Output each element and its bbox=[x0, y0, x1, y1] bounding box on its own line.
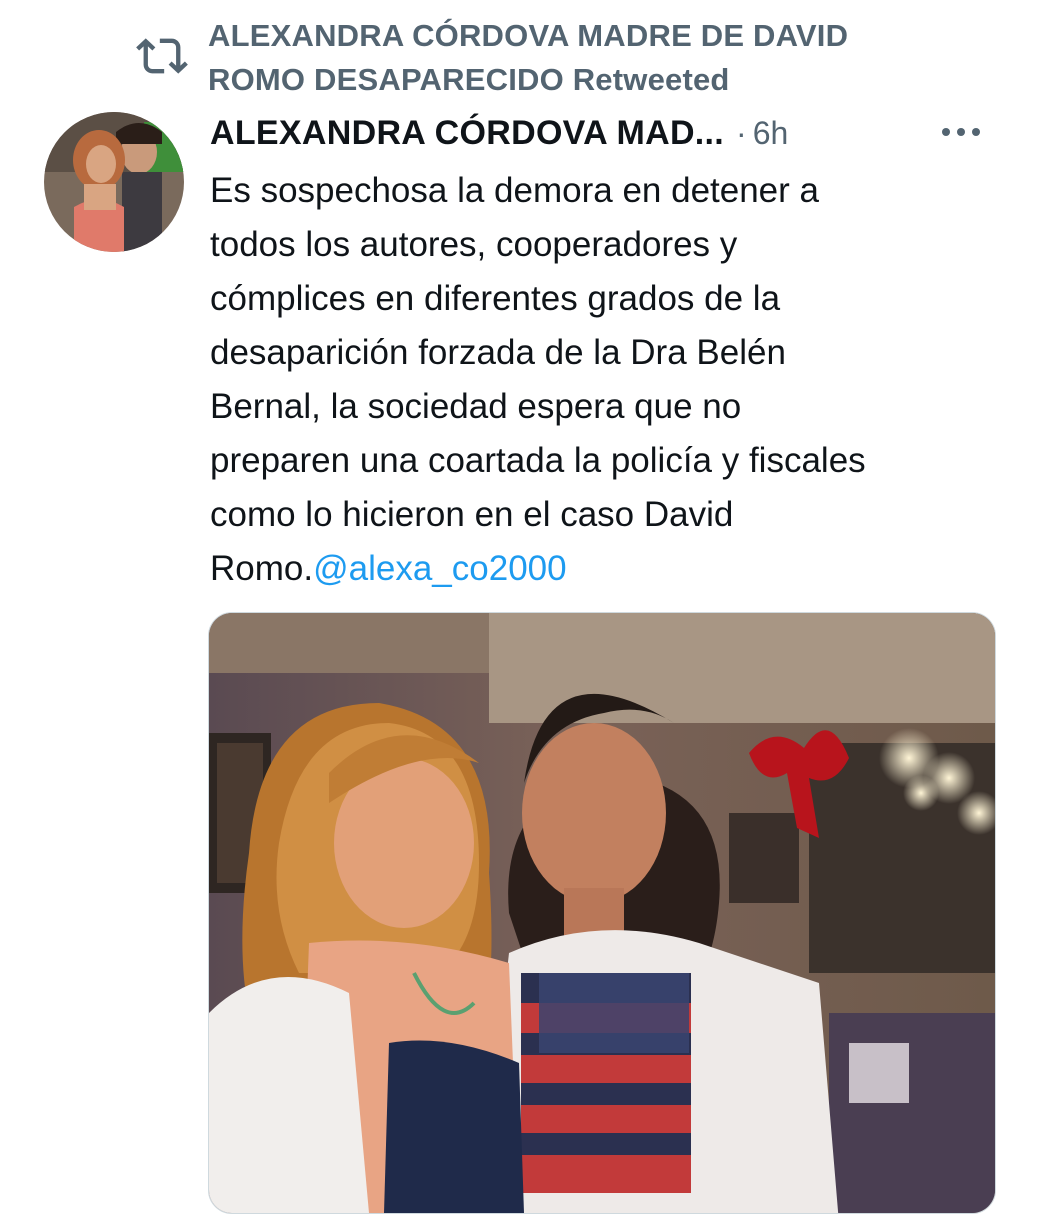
tweet-timestamp[interactable]: 6h bbox=[753, 115, 789, 152]
tweet-text-line: todos los autores, cooperadores y bbox=[210, 225, 738, 264]
tweet-text-line: como lo hicieron en el caso David bbox=[210, 495, 734, 534]
tweet-header: ALEXANDRA CÓRDOVA MAD... · 6h bbox=[210, 108, 1010, 158]
retweet-label-line-2: ROMO DESAPARECIDO Retweeted bbox=[208, 62, 730, 97]
header-separator: · bbox=[736, 114, 747, 151]
retweet-label: ALEXANDRA CÓRDOVA MADRE DE DAVID ROMO DE… bbox=[208, 14, 848, 102]
tweet-text: Es sospechosa la demora en detener a tod… bbox=[210, 164, 1010, 596]
retweet-icon bbox=[136, 38, 188, 74]
retweet-context[interactable]: ALEXANDRA CÓRDOVA MADRE DE DAVID ROMO DE… bbox=[136, 14, 1016, 102]
tweet-text-line: cómplices en diferentes grados de la bbox=[210, 279, 781, 318]
avatar[interactable] bbox=[44, 112, 184, 252]
tweet-text-line-last: Romo.@alexa_co2000 bbox=[210, 542, 1010, 596]
tweet-text-line: Bernal, la sociedad espera que no bbox=[210, 387, 742, 426]
tweet-text-line: Es sospechosa la demora en detener a bbox=[210, 171, 819, 210]
tweet-text-line: preparen una coartada la policía y fisca… bbox=[210, 441, 866, 480]
author-name[interactable]: ALEXANDRA CÓRDOVA MAD... bbox=[210, 114, 724, 153]
retweet-label-line-1: ALEXANDRA CÓRDOVA MADRE DE DAVID bbox=[208, 18, 849, 53]
photo-mother-and-son bbox=[209, 613, 995, 1213]
avatar-photo bbox=[44, 112, 184, 252]
tweet-photo[interactable] bbox=[208, 612, 996, 1214]
more-horizontal-icon[interactable] bbox=[938, 120, 984, 144]
mention-link[interactable]: @alexa_co2000 bbox=[313, 549, 567, 588]
tweet-text-end: Romo. bbox=[210, 549, 314, 588]
tweet-text-line: desaparición forzada de la Dra Belén bbox=[210, 333, 786, 372]
